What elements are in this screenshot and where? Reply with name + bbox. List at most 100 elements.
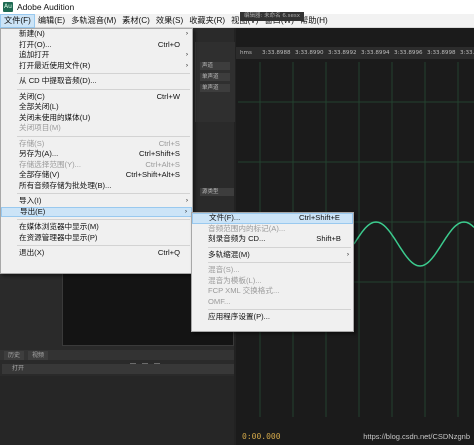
ruler-tick-label: 3:33.8994 bbox=[361, 50, 390, 56]
menu-bar: 文件(F)编辑(E)多轨混音(M)素材(C)效果(S)收藏夹(R)视图(V)窗口… bbox=[0, 13, 474, 28]
track-label: 单声道 bbox=[200, 73, 230, 81]
menu-item-label: 全部关闭(L) bbox=[19, 102, 59, 111]
menu-item-label: 所有音频存储为批处理(B)... bbox=[19, 180, 112, 190]
shortcut-label: Ctrl+Shift+S bbox=[139, 149, 180, 158]
file_menu-item-0[interactable]: 新建(N) › bbox=[1, 29, 192, 40]
ruler-tick-label: 3:33.9000 bbox=[460, 50, 474, 56]
menu-item-label: 刻录音频为 CD... bbox=[208, 234, 266, 243]
tab-video[interactable]: 视频 bbox=[28, 350, 49, 360]
menu-item-4[interactable]: 效果(S) bbox=[153, 14, 186, 28]
export_menu-item-2[interactable]: 刻录音频为 CD... Shift+B bbox=[192, 234, 353, 245]
file_menu-item-18[interactable]: 导入(I) › bbox=[1, 196, 192, 207]
menu-item-label: 从 CD 中提取音频(D)... bbox=[19, 76, 97, 85]
file_menu-item-3[interactable]: 打开最近使用文件(R) › bbox=[1, 61, 192, 72]
track-header-strip bbox=[195, 42, 235, 122]
shortcut-label: Shift+B bbox=[316, 234, 341, 243]
track-label: 单声道 bbox=[200, 84, 230, 92]
file_menu-item-5[interactable]: 从 CD 中提取音频(D)... bbox=[1, 76, 192, 87]
history-body bbox=[0, 376, 234, 445]
menu-item-0[interactable]: 文件(F) bbox=[0, 13, 35, 28]
watermark-text: https://blog.csdn.net/CSDNzgnb bbox=[363, 432, 470, 441]
file-menu: 新建(N) › 打开(O)... Ctrl+O 追加打开 › 打开最近使用文件(R) › 从 C… bbox=[0, 28, 193, 274]
menu-item-label: 在资源管理器中显示(P) bbox=[19, 232, 98, 242]
title-bar: Au Adobe Audition bbox=[0, 0, 474, 14]
menu-item-label: 打开(O)... bbox=[19, 39, 52, 49]
ruler-tick-label: 3:33.8996 bbox=[394, 50, 423, 56]
submenu-arrow-icon: › bbox=[185, 61, 188, 69]
shortcut-label: Ctrl+Q bbox=[157, 248, 180, 257]
menu-item-label: FCP XML 交换格式... bbox=[208, 286, 280, 295]
track-label: 声道 bbox=[200, 62, 230, 70]
menu-item-2[interactable]: 多轨混音(M) bbox=[68, 14, 119, 28]
export_menu-item-7: 混音为模板(L)... bbox=[192, 276, 353, 287]
menu-item-label: 存储选择范围(Y)... bbox=[19, 159, 82, 169]
menu-item-label: 应用程序设置(P)... bbox=[208, 312, 271, 321]
export-submenu: 文件(F)... Ctrl+Shift+E 音频范围内的标记(A)... 刻录音频为 … bbox=[191, 212, 354, 332]
shortcut-label: Ctrl+W bbox=[156, 91, 180, 101]
ruler-unit: hms bbox=[240, 50, 252, 56]
menu-item-label: 关闭未使用的媒体(U) bbox=[19, 112, 91, 122]
file_menu-item-19[interactable]: 导出(E) › bbox=[1, 206, 192, 217]
menu-item-label: 多轨缩混(M) bbox=[208, 249, 250, 259]
file_menu-item-16[interactable]: 所有音频存储为批处理(B)... bbox=[1, 181, 192, 192]
menu-item-label: OMF... bbox=[208, 296, 231, 306]
file_menu-item-24[interactable]: 退出(X) Ctrl+Q bbox=[1, 248, 192, 259]
file_menu-item-22[interactable]: 在资源管理器中显示(P) bbox=[1, 233, 192, 244]
menu-item-1[interactable]: 编辑(E) bbox=[35, 14, 68, 28]
file_menu-item-8[interactable]: 全部关闭(L) bbox=[1, 102, 192, 113]
menu-item-5[interactable]: 收藏夹(R) bbox=[186, 14, 228, 28]
file_menu-item-12: 存储(S) Ctrl+S bbox=[1, 139, 192, 150]
file_menu-item-14: 存储选择范围(Y)... Ctrl+Alt+S bbox=[1, 160, 192, 171]
history-tabs: 历史 视频 bbox=[0, 350, 234, 360]
menu-item-label: 另存为(A)... bbox=[19, 149, 59, 158]
submenu-arrow-icon: › bbox=[185, 30, 188, 37]
menu-item-label: 打开最近使用文件(R) bbox=[19, 60, 91, 70]
menu-item-label: 混音为模板(L)... bbox=[208, 275, 262, 285]
source-type-label: 源类型 bbox=[200, 188, 234, 196]
tab-history[interactable]: 历史 bbox=[4, 350, 25, 360]
menu-item-label: 全部存储(V) bbox=[19, 170, 60, 179]
menu-item-label: 混音(S)... bbox=[208, 265, 240, 274]
export_menu-item-8: FCP XML 交换格式... bbox=[192, 286, 353, 297]
export_menu-item-9: OMF... bbox=[192, 297, 353, 308]
file_menu-item-7[interactable]: 关闭(C) Ctrl+W bbox=[1, 92, 192, 103]
shortcut-label: Ctrl+S bbox=[158, 138, 180, 148]
ruler-tick-label: 3:33.8988 bbox=[262, 50, 291, 56]
export_menu-item-11[interactable]: 应用程序设置(P)... bbox=[192, 312, 353, 323]
file_menu-item-9[interactable]: 关闭未使用的媒体(U) bbox=[1, 113, 192, 124]
export_menu-item-1: 音频范围内的标记(A)... bbox=[192, 224, 353, 235]
menu-item-3[interactable]: 素材(C) bbox=[119, 14, 153, 28]
waveform-line bbox=[353, 221, 474, 267]
submenu-arrow-icon: › bbox=[184, 207, 187, 215]
menu-item-label: 关闭(C) bbox=[19, 91, 45, 101]
menu-item-label: 新建(N) bbox=[19, 29, 45, 38]
file_menu-item-2[interactable]: 追加打开 › bbox=[1, 50, 192, 61]
file_menu-item-10: 关闭项目(M) bbox=[1, 123, 192, 134]
shortcut-label: Ctrl+O bbox=[157, 39, 180, 49]
menu-item-label: 追加打开 bbox=[19, 50, 50, 59]
shortcut-label: Ctrl+Shift+Alt+S bbox=[125, 170, 180, 179]
submenu-arrow-icon: › bbox=[346, 250, 349, 258]
submenu-arrow-icon: › bbox=[185, 51, 188, 58]
menu-item-label: 导入(I) bbox=[19, 196, 42, 205]
file_menu-item-15[interactable]: 全部存储(V) Ctrl+Shift+Alt+S bbox=[1, 170, 192, 181]
history-item[interactable]: 打开 bbox=[2, 364, 234, 374]
window-title: Adobe Audition bbox=[17, 2, 75, 12]
menu-item-label: 导出(E) bbox=[20, 206, 46, 216]
audition-app-icon: Au bbox=[3, 2, 13, 12]
file_menu-item-13[interactable]: 另存为(A)... Ctrl+Shift+S bbox=[1, 149, 192, 160]
shortcut-label: Ctrl+Shift+E bbox=[299, 213, 340, 222]
menu-item-label: 音频范围内的标记(A)... bbox=[208, 223, 286, 233]
ruler-tick-label: 3:33.8998 bbox=[427, 50, 456, 56]
export_menu-item-4[interactable]: 多轨缩混(M) › bbox=[192, 250, 353, 261]
export_menu-item-0[interactable]: 文件(F)... Ctrl+Shift+E bbox=[192, 213, 353, 224]
shortcut-label: Ctrl+Alt+S bbox=[145, 159, 180, 169]
timecode-display: 0:00.000 bbox=[242, 432, 281, 441]
export_menu-item-6: 混音(S)... bbox=[192, 265, 353, 276]
editor-tab[interactable]: 编辑器: 未命名 6.sesx bbox=[240, 12, 304, 21]
ruler-tick-label: 3:33.8990 bbox=[295, 50, 324, 56]
ruler-tick-label: 3:33.8992 bbox=[328, 50, 357, 56]
file_menu-item-21[interactable]: 在媒体浏览器中显示(M) bbox=[1, 222, 192, 233]
time-ruler[interactable]: hms 3:33.8988 3:33.8990 3:33.8992 3:33.8994… bbox=[236, 47, 474, 59]
file_menu-item-1[interactable]: 打开(O)... Ctrl+O bbox=[1, 40, 192, 51]
